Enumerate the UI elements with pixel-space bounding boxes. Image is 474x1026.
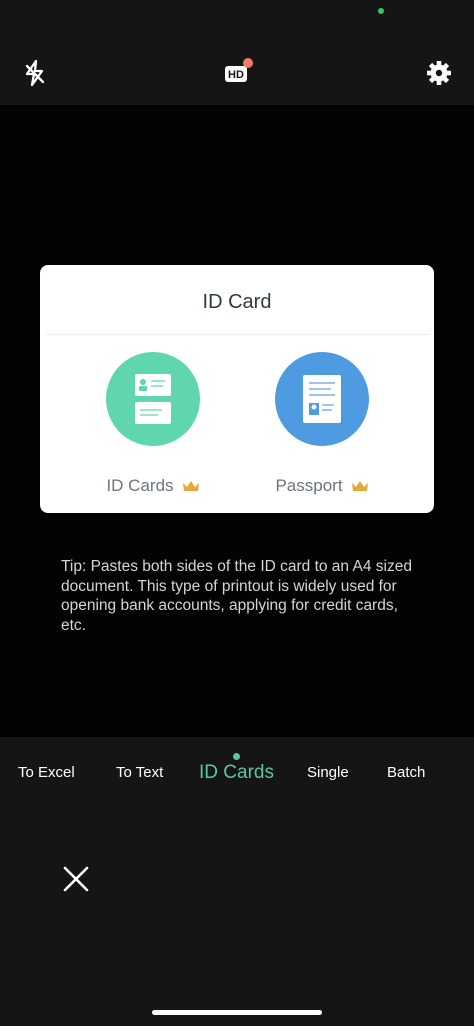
id-card-icon xyxy=(106,352,200,446)
camera-top-bar xyxy=(0,0,474,105)
dialog-divider xyxy=(46,334,430,335)
flash-off-icon[interactable] xyxy=(20,58,50,88)
close-icon[interactable] xyxy=(61,864,91,894)
mode-to-excel[interactable]: To Excel xyxy=(18,764,75,781)
option-label: ID Cards xyxy=(88,476,218,496)
option-label: Passport xyxy=(257,476,387,496)
active-mode-indicator xyxy=(233,753,240,760)
crown-icon xyxy=(351,481,368,491)
notification-dot xyxy=(243,58,253,68)
gear-icon[interactable] xyxy=(424,58,454,88)
dialog-title: ID Card xyxy=(202,291,272,313)
mode-batch[interactable]: Batch xyxy=(387,764,425,781)
passport-label: Passport xyxy=(275,476,343,495)
mode-id-cards[interactable]: ID Cards xyxy=(199,762,274,784)
passport-icon xyxy=(275,352,369,446)
mode-single[interactable]: Single xyxy=(307,764,349,781)
tip-text: Tip: Pastes both sides of the ID card to… xyxy=(61,558,412,634)
svg-text:HD: HD xyxy=(228,69,244,81)
status-indicator xyxy=(378,8,384,14)
passport-option[interactable]: Passport xyxy=(257,352,387,496)
id-cards-option[interactable]: ID Cards xyxy=(88,352,218,496)
home-indicator[interactable] xyxy=(152,1010,322,1015)
crown-icon xyxy=(182,481,199,491)
mode-to-text[interactable]: To Text xyxy=(116,764,163,781)
id-cards-label: ID Cards xyxy=(106,476,174,495)
